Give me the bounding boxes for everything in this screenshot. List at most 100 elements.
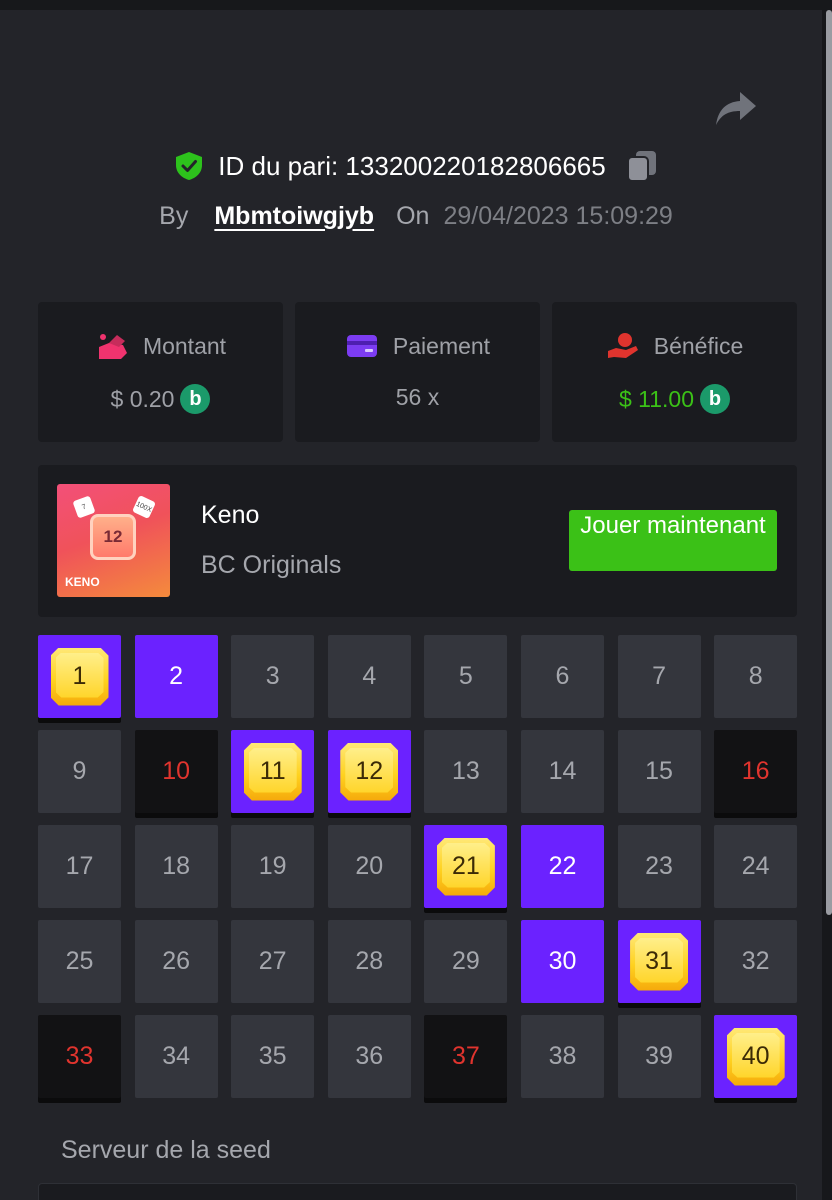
keno-cell-number: 22 (548, 852, 577, 880)
keno-cell-number: 32 (741, 947, 770, 975)
keno-cell-number: 5 (458, 662, 473, 690)
bet-amount-icon (98, 334, 127, 359)
keno-cell-6[interactable]: 6 (520, 635, 604, 718)
keno-cell-9[interactable]: 9 (38, 730, 121, 813)
keno-thumbnail[interactable]: 7 100X 12 KENO (57, 484, 170, 597)
keno-cell-36[interactable]: 36 (327, 1015, 411, 1098)
bet-id: ID du pari: 133200220182806665 (218, 150, 606, 181)
keno-cell-number: 9 (72, 757, 87, 785)
keno-cell-23[interactable]: 23 (617, 825, 701, 908)
keno-cell-25[interactable]: 25 (38, 920, 121, 1003)
keno-cell-24[interactable]: 24 (714, 825, 798, 908)
keno-cell-number: 20 (355, 852, 384, 880)
game-provider: BC Originals (201, 551, 342, 579)
copy-icon[interactable] (626, 149, 658, 183)
keno-tile-icon: 12 (90, 514, 136, 560)
keno-cell-40[interactable]: 40 (714, 1015, 798, 1098)
keno-cell-31[interactable]: 31 (617, 920, 701, 1003)
seed-server-field[interactable] (38, 1183, 797, 1200)
keno-cell-number: 8 (748, 662, 763, 690)
gold-gem-icon: 21 (436, 837, 495, 896)
keno-cell-18[interactable]: 18 (134, 825, 218, 908)
keno-cell-number: 10 (162, 757, 190, 785)
keno-cell-number: 14 (548, 757, 577, 785)
keno-cell-19[interactable]: 19 (231, 825, 315, 908)
keno-cell-37[interactable]: 37 (424, 1015, 508, 1098)
share-icon[interactable] (714, 88, 758, 128)
keno-cell-32[interactable]: 32 (714, 920, 798, 1003)
keno-cell-number: 19 (258, 852, 287, 880)
keno-cell-1[interactable]: 1 (38, 635, 121, 718)
keno-cell-number: 26 (162, 947, 190, 975)
keno-cell-20[interactable]: 20 (327, 825, 411, 908)
keno-cell-16[interactable]: 16 (714, 730, 798, 813)
gold-gem-icon: 40 (726, 1027, 785, 1086)
gold-gem-icon: 1 (50, 647, 109, 706)
keno-cell-33[interactable]: 33 (38, 1015, 121, 1098)
keno-cell-number: 11 (259, 757, 286, 785)
keno-cell-29[interactable]: 29 (424, 920, 508, 1003)
keno-cell-21[interactable]: 21 (424, 825, 508, 908)
keno-cell-number: 40 (741, 1042, 770, 1070)
keno-cell-17[interactable]: 17 (38, 825, 121, 908)
dice-icon: 100X (132, 495, 156, 519)
keno-cell-number: 38 (548, 1042, 577, 1070)
keno-cell-4[interactable]: 4 (327, 635, 411, 718)
by-label: By (159, 201, 189, 230)
keno-cell-number: 7 (652, 662, 667, 690)
gold-gem-icon: 12 (340, 742, 399, 801)
keno-cell-22[interactable]: 22 (520, 825, 604, 908)
keno-cell-15[interactable]: 15 (617, 730, 701, 813)
play-now-button[interactable]: Jouer maintenant (569, 510, 777, 571)
keno-cell-34[interactable]: 34 (134, 1015, 218, 1098)
keno-cell-39[interactable]: 39 (617, 1015, 701, 1098)
keno-cell-number: 28 (355, 947, 384, 975)
keno-cell-27[interactable]: 27 (231, 920, 315, 1003)
keno-cell-2[interactable]: 2 (134, 635, 218, 718)
keno-cell-38[interactable]: 38 (520, 1015, 604, 1098)
amount-value: $ 0.20 (110, 385, 175, 412)
keno-cell-number: 1 (72, 662, 87, 690)
keno-cell-number: 30 (548, 947, 577, 975)
seed-server-label: Serveur de la seed (61, 1136, 271, 1164)
keno-cell-number: 17 (65, 852, 94, 880)
keno-cell-number: 31 (645, 947, 673, 975)
keno-cell-number: 24 (741, 852, 770, 880)
card-icon (346, 335, 377, 357)
bcd-coin-icon: b (700, 384, 731, 414)
keno-logo-text: KENO (65, 575, 100, 589)
keno-cell-number: 21 (451, 852, 480, 880)
keno-cell-7[interactable]: 7 (617, 635, 701, 718)
keno-cell-5[interactable]: 5 (424, 635, 508, 718)
keno-cell-number: 33 (65, 1042, 94, 1070)
keno-cell-10[interactable]: 10 (134, 730, 218, 813)
keno-cell-13[interactable]: 13 (424, 730, 508, 813)
author-row: By Mbmtoiwgjyb On 29/04/2023 15:09:29 (0, 196, 832, 236)
keno-cell-28[interactable]: 28 (327, 920, 411, 1003)
keno-cell-30[interactable]: 30 (520, 920, 604, 1003)
keno-cell-12[interactable]: 12 (327, 730, 411, 813)
gold-gem-icon: 11 (243, 742, 302, 801)
keno-cell-3[interactable]: 3 (231, 635, 315, 718)
payout-value: 56 x (395, 384, 440, 410)
keno-cell-14[interactable]: 14 (520, 730, 604, 813)
bet-datetime: 29/04/2023 15:09:29 (443, 201, 673, 230)
keno-grid: 1 2 3 4 5 6 7 8 9 10 11 12 13 14 15 16 17 18 19 20 21 22 23 24 2… (38, 635, 798, 1098)
keno-cell-11[interactable]: 11 (231, 730, 315, 813)
keno-cell-number: 39 (645, 1042, 673, 1070)
username-link[interactable]: Mbmtoiwgjyb (214, 202, 374, 231)
profit-value: $ 11.00 (618, 385, 695, 412)
gold-gem-icon: 31 (630, 932, 689, 991)
keno-cell-number: 23 (645, 852, 673, 880)
coin-symbol: b (708, 387, 722, 410)
bcd-coin-icon: b (180, 384, 211, 414)
keno-cell-35[interactable]: 35 (231, 1015, 315, 1098)
coin-symbol: b (189, 387, 202, 410)
amount-value-row: $ 0.20 b (111, 384, 211, 414)
keno-cell-number: 13 (451, 757, 480, 785)
payout-label: Paiement (392, 332, 491, 359)
keno-cell-26[interactable]: 26 (134, 920, 218, 1003)
keno-cell-8[interactable]: 8 (714, 635, 798, 718)
keno-cell-number: 16 (741, 757, 770, 785)
keno-cell-number: 29 (451, 947, 480, 975)
